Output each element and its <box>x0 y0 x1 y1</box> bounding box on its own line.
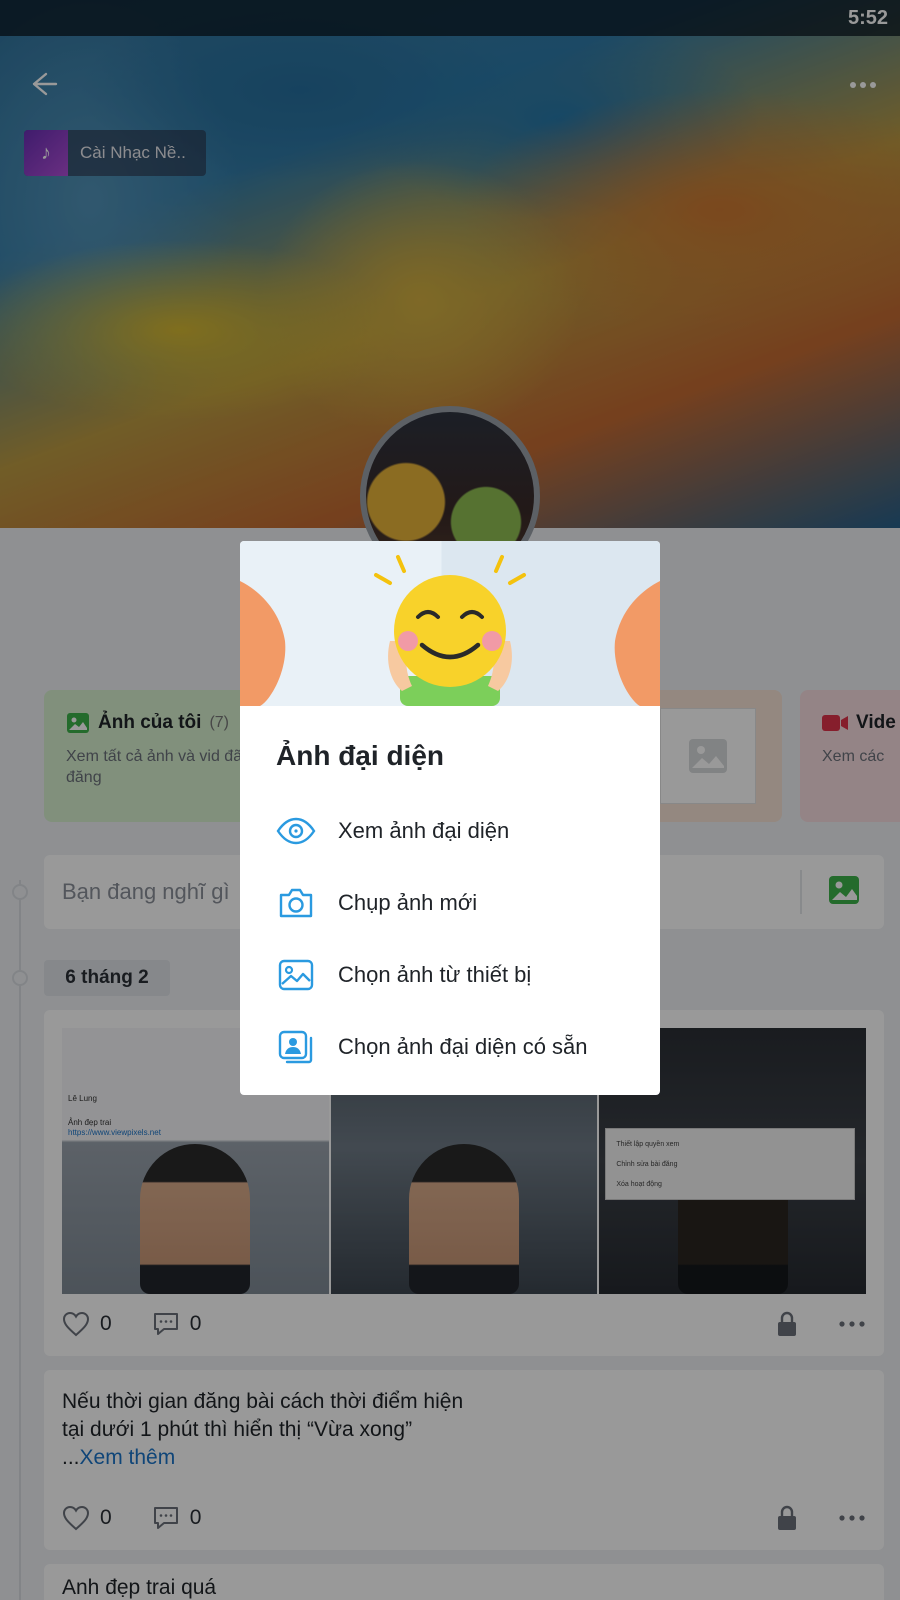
choose-existing-avatar-label: Chọn ảnh đại diện có sẵn <box>338 1034 588 1059</box>
take-photo-option[interactable]: Chụp ảnh mới <box>276 875 636 931</box>
choose-existing-avatar-option[interactable]: Chọn ảnh đại diện có sẵn <box>276 1019 636 1075</box>
camera-icon <box>276 883 316 923</box>
view-avatar-option[interactable]: Xem ảnh đại diện <box>276 803 636 859</box>
image-icon <box>276 955 316 995</box>
choose-from-device-label: Chọn ảnh từ thiết bị <box>338 962 532 987</box>
dialog-title: Ảnh đại diện <box>276 740 444 771</box>
avatar-options-dialog: Ảnh đại diện Xem ảnh đại diện Chụp ảnh m… <box>240 541 660 1095</box>
dialog-banner-illustration <box>240 541 660 706</box>
avatar-gallery-icon <box>276 1027 316 1067</box>
smiling-emoji-illustration <box>240 555 660 706</box>
eye-icon <box>276 811 316 851</box>
view-avatar-label: Xem ảnh đại diện <box>338 818 510 843</box>
take-photo-label: Chụp ảnh mới <box>338 890 478 915</box>
choose-from-device-option[interactable]: Chọn ảnh từ thiết bị <box>276 947 636 1003</box>
